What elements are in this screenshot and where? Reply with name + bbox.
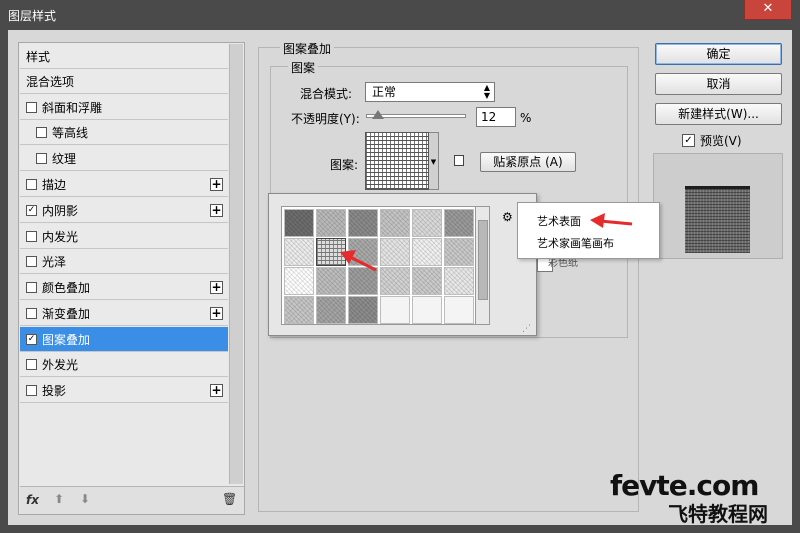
arrow-to-menu-item (590, 213, 633, 228)
annotation-arrows (340, 213, 633, 272)
arrow-to-pattern-tile (340, 250, 377, 272)
watermark-site-name: 飞特教程网 (668, 502, 768, 526)
